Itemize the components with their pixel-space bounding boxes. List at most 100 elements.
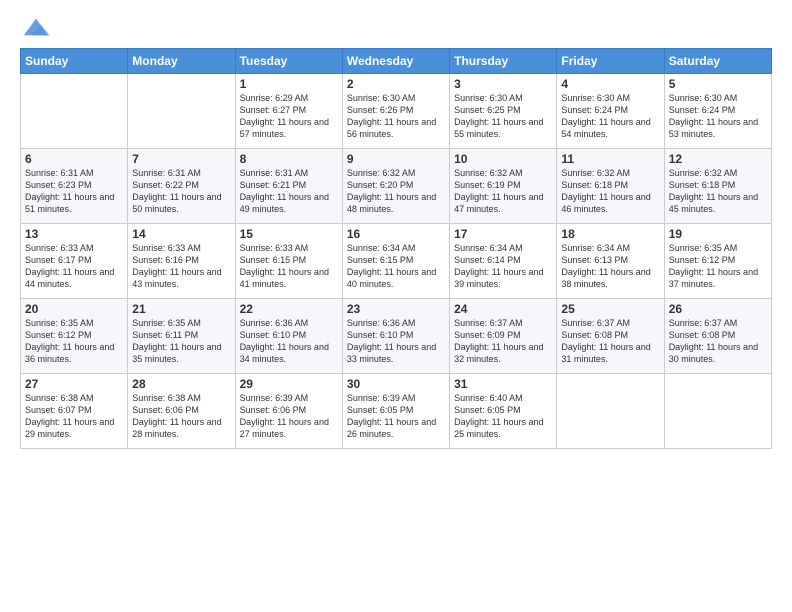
cell-info: Sunrise: 6:34 AM Sunset: 6:13 PM Dayligh… (561, 242, 659, 291)
cell-info: Sunrise: 6:31 AM Sunset: 6:21 PM Dayligh… (240, 167, 338, 216)
day-number: 31 (454, 377, 552, 391)
day-number: 8 (240, 152, 338, 166)
cell-info: Sunrise: 6:40 AM Sunset: 6:05 PM Dayligh… (454, 392, 552, 441)
week-row-2: 6Sunrise: 6:31 AM Sunset: 6:23 PM Daylig… (21, 149, 772, 224)
cell-info: Sunrise: 6:32 AM Sunset: 6:19 PM Dayligh… (454, 167, 552, 216)
calendar-cell: 13Sunrise: 6:33 AM Sunset: 6:17 PM Dayli… (21, 224, 128, 299)
calendar-cell: 25Sunrise: 6:37 AM Sunset: 6:08 PM Dayli… (557, 299, 664, 374)
calendar-cell: 4Sunrise: 6:30 AM Sunset: 6:24 PM Daylig… (557, 74, 664, 149)
calendar-cell: 6Sunrise: 6:31 AM Sunset: 6:23 PM Daylig… (21, 149, 128, 224)
day-number: 17 (454, 227, 552, 241)
calendar-table: SundayMondayTuesdayWednesdayThursdayFrid… (20, 48, 772, 449)
cell-info: Sunrise: 6:30 AM Sunset: 6:26 PM Dayligh… (347, 92, 445, 141)
cell-info: Sunrise: 6:32 AM Sunset: 6:18 PM Dayligh… (561, 167, 659, 216)
day-number: 22 (240, 302, 338, 316)
day-number: 4 (561, 77, 659, 91)
calendar-cell: 18Sunrise: 6:34 AM Sunset: 6:13 PM Dayli… (557, 224, 664, 299)
cell-info: Sunrise: 6:31 AM Sunset: 6:23 PM Dayligh… (25, 167, 123, 216)
calendar-cell: 15Sunrise: 6:33 AM Sunset: 6:15 PM Dayli… (235, 224, 342, 299)
calendar-cell: 7Sunrise: 6:31 AM Sunset: 6:22 PM Daylig… (128, 149, 235, 224)
cell-info: Sunrise: 6:36 AM Sunset: 6:10 PM Dayligh… (240, 317, 338, 366)
week-row-5: 27Sunrise: 6:38 AM Sunset: 6:07 PM Dayli… (21, 374, 772, 449)
week-row-4: 20Sunrise: 6:35 AM Sunset: 6:12 PM Dayli… (21, 299, 772, 374)
header-day-thursday: Thursday (450, 49, 557, 74)
day-number: 9 (347, 152, 445, 166)
day-number: 14 (132, 227, 230, 241)
day-number: 24 (454, 302, 552, 316)
week-row-3: 13Sunrise: 6:33 AM Sunset: 6:17 PM Dayli… (21, 224, 772, 299)
calendar-cell: 21Sunrise: 6:35 AM Sunset: 6:11 PM Dayli… (128, 299, 235, 374)
cell-info: Sunrise: 6:34 AM Sunset: 6:14 PM Dayligh… (454, 242, 552, 291)
day-number: 6 (25, 152, 123, 166)
cell-info: Sunrise: 6:35 AM Sunset: 6:11 PM Dayligh… (132, 317, 230, 366)
day-number: 11 (561, 152, 659, 166)
cell-info: Sunrise: 6:37 AM Sunset: 6:08 PM Dayligh… (561, 317, 659, 366)
calendar-cell (557, 374, 664, 449)
cell-info: Sunrise: 6:29 AM Sunset: 6:27 PM Dayligh… (240, 92, 338, 141)
header-day-wednesday: Wednesday (342, 49, 449, 74)
cell-info: Sunrise: 6:33 AM Sunset: 6:16 PM Dayligh… (132, 242, 230, 291)
header-day-tuesday: Tuesday (235, 49, 342, 74)
calendar-cell: 28Sunrise: 6:38 AM Sunset: 6:06 PM Dayli… (128, 374, 235, 449)
calendar-cell: 20Sunrise: 6:35 AM Sunset: 6:12 PM Dayli… (21, 299, 128, 374)
calendar-cell: 9Sunrise: 6:32 AM Sunset: 6:20 PM Daylig… (342, 149, 449, 224)
header-row: SundayMondayTuesdayWednesdayThursdayFrid… (21, 49, 772, 74)
day-number: 12 (669, 152, 767, 166)
logo (20, 16, 50, 38)
day-number: 23 (347, 302, 445, 316)
calendar-cell: 24Sunrise: 6:37 AM Sunset: 6:09 PM Dayli… (450, 299, 557, 374)
header-day-friday: Friday (557, 49, 664, 74)
calendar-cell: 11Sunrise: 6:32 AM Sunset: 6:18 PM Dayli… (557, 149, 664, 224)
day-number: 28 (132, 377, 230, 391)
cell-info: Sunrise: 6:31 AM Sunset: 6:22 PM Dayligh… (132, 167, 230, 216)
cell-info: Sunrise: 6:38 AM Sunset: 6:06 PM Dayligh… (132, 392, 230, 441)
cell-info: Sunrise: 6:33 AM Sunset: 6:17 PM Dayligh… (25, 242, 123, 291)
calendar-cell: 8Sunrise: 6:31 AM Sunset: 6:21 PM Daylig… (235, 149, 342, 224)
cell-info: Sunrise: 6:35 AM Sunset: 6:12 PM Dayligh… (669, 242, 767, 291)
header-day-monday: Monday (128, 49, 235, 74)
calendar-cell: 29Sunrise: 6:39 AM Sunset: 6:06 PM Dayli… (235, 374, 342, 449)
calendar-cell: 10Sunrise: 6:32 AM Sunset: 6:19 PM Dayli… (450, 149, 557, 224)
day-number: 25 (561, 302, 659, 316)
day-number: 10 (454, 152, 552, 166)
day-number: 15 (240, 227, 338, 241)
header-day-sunday: Sunday (21, 49, 128, 74)
day-number: 27 (25, 377, 123, 391)
day-number: 5 (669, 77, 767, 91)
day-number: 16 (347, 227, 445, 241)
calendar-cell: 26Sunrise: 6:37 AM Sunset: 6:08 PM Dayli… (664, 299, 771, 374)
cell-info: Sunrise: 6:30 AM Sunset: 6:25 PM Dayligh… (454, 92, 552, 141)
day-number: 26 (669, 302, 767, 316)
cell-info: Sunrise: 6:32 AM Sunset: 6:20 PM Dayligh… (347, 167, 445, 216)
cell-info: Sunrise: 6:38 AM Sunset: 6:07 PM Dayligh… (25, 392, 123, 441)
day-number: 21 (132, 302, 230, 316)
day-number: 19 (669, 227, 767, 241)
calendar-cell: 31Sunrise: 6:40 AM Sunset: 6:05 PM Dayli… (450, 374, 557, 449)
cell-info: Sunrise: 6:37 AM Sunset: 6:08 PM Dayligh… (669, 317, 767, 366)
day-number: 20 (25, 302, 123, 316)
header-day-saturday: Saturday (664, 49, 771, 74)
calendar-cell: 5Sunrise: 6:30 AM Sunset: 6:24 PM Daylig… (664, 74, 771, 149)
calendar-cell: 12Sunrise: 6:32 AM Sunset: 6:18 PM Dayli… (664, 149, 771, 224)
day-number: 3 (454, 77, 552, 91)
calendar-cell: 27Sunrise: 6:38 AM Sunset: 6:07 PM Dayli… (21, 374, 128, 449)
calendar-cell: 19Sunrise: 6:35 AM Sunset: 6:12 PM Dayli… (664, 224, 771, 299)
day-number: 29 (240, 377, 338, 391)
day-number: 2 (347, 77, 445, 91)
day-number: 18 (561, 227, 659, 241)
day-number: 1 (240, 77, 338, 91)
calendar-cell: 17Sunrise: 6:34 AM Sunset: 6:14 PM Dayli… (450, 224, 557, 299)
calendar-cell: 30Sunrise: 6:39 AM Sunset: 6:05 PM Dayli… (342, 374, 449, 449)
calendar-cell: 23Sunrise: 6:36 AM Sunset: 6:10 PM Dayli… (342, 299, 449, 374)
cell-info: Sunrise: 6:36 AM Sunset: 6:10 PM Dayligh… (347, 317, 445, 366)
header (20, 16, 772, 38)
cell-info: Sunrise: 6:33 AM Sunset: 6:15 PM Dayligh… (240, 242, 338, 291)
calendar-cell: 22Sunrise: 6:36 AM Sunset: 6:10 PM Dayli… (235, 299, 342, 374)
calendar-cell: 16Sunrise: 6:34 AM Sunset: 6:15 PM Dayli… (342, 224, 449, 299)
calendar-cell: 2Sunrise: 6:30 AM Sunset: 6:26 PM Daylig… (342, 74, 449, 149)
calendar-cell: 3Sunrise: 6:30 AM Sunset: 6:25 PM Daylig… (450, 74, 557, 149)
calendar-cell (21, 74, 128, 149)
day-number: 13 (25, 227, 123, 241)
calendar-cell (128, 74, 235, 149)
page: SundayMondayTuesdayWednesdayThursdayFrid… (0, 0, 792, 612)
